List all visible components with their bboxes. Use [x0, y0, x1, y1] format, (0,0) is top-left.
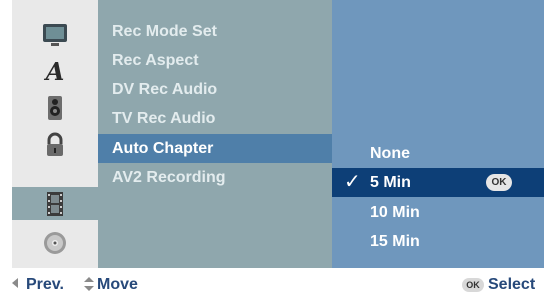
record-settings-menu: Rec Mode Set Rec Aspect DV Rec Audio TV …	[98, 0, 332, 268]
option-none[interactable]: None	[332, 139, 544, 168]
menu-item-auto-chapter[interactable]: Auto Chapter	[98, 134, 332, 163]
option-10-min[interactable]: 10 Min	[332, 198, 544, 227]
move-hint: Move	[97, 276, 138, 293]
auto-chapter-options: None ✓ 5 Min OK 10 Min 15 Min	[332, 0, 544, 268]
option-5-min[interactable]: ✓ 5 Min OK	[332, 168, 544, 197]
select-hint: Select	[488, 276, 536, 293]
menu-item-tv-rec-audio[interactable]: TV Rec Audio	[98, 104, 332, 133]
up-down-arrow-icon	[84, 277, 94, 291]
film-strip-icon[interactable]	[12, 187, 98, 220]
disc-icon[interactable]	[12, 226, 98, 259]
prev-hint: Prev.	[26, 276, 64, 293]
menu-item-dv-rec-audio[interactable]: DV Rec Audio	[98, 75, 332, 104]
tv-screen-icon[interactable]	[12, 17, 98, 50]
option-15-min[interactable]: 15 Min	[332, 227, 544, 256]
option-5-min-label: 5 Min	[370, 174, 411, 191]
svg-text:A: A	[44, 57, 65, 85]
letter-a-icon[interactable]: A	[12, 54, 98, 87]
ok-icon: OK	[462, 278, 484, 292]
menu-item-rec-aspect[interactable]: Rec Aspect	[98, 46, 332, 75]
padlock-icon[interactable]	[12, 128, 98, 161]
left-arrow-icon	[12, 278, 18, 288]
menu-item-av2-recording[interactable]: AV2 Recording	[98, 163, 332, 192]
ok-button-icon: OK	[486, 174, 512, 191]
menu-item-rec-mode-set[interactable]: Rec Mode Set	[98, 17, 332, 46]
checkmark-icon: ✓	[344, 171, 361, 193]
settings-icon-column: A	[12, 0, 98, 268]
speaker-icon[interactable]	[12, 91, 98, 124]
navigation-hint-bar: Prev. Move OK Select	[0, 270, 544, 300]
